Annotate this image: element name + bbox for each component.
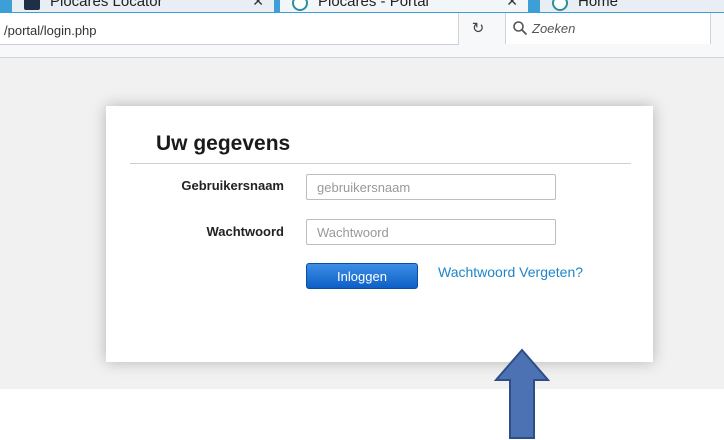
- username-input[interactable]: [306, 174, 556, 200]
- map-favicon-icon: [24, 0, 40, 10]
- tab-plocares-portal[interactable]: Plocares - Portal ✕: [280, 0, 528, 12]
- page-content: Uw gegevens Gebruikersnaam Wachtwoord In…: [0, 58, 724, 439]
- tab-label: Home: [578, 0, 619, 10]
- magnifier-icon: [513, 21, 528, 36]
- password-label: Wachtwoord: [206, 224, 284, 239]
- close-icon[interactable]: ✕: [252, 0, 264, 12]
- login-card: Uw gegevens Gebruikersnaam Wachtwoord In…: [106, 106, 653, 362]
- reload-icon: ↻: [471, 20, 485, 37]
- search-placeholder: Zoeken: [532, 21, 576, 36]
- tab-label: Plocares Locator: [50, 0, 163, 10]
- close-icon[interactable]: ✕: [506, 0, 518, 12]
- portal-favicon-icon: [292, 0, 308, 11]
- address-bar[interactable]: /portal/login.php: [0, 13, 459, 45]
- search-field[interactable]: Zoeken: [505, 13, 711, 44]
- tab-label: Plocares - Portal: [318, 0, 429, 10]
- tab-home[interactable]: Home: [540, 0, 724, 12]
- tab-bar: Plocares Locator ✕ Plocares - Portal ✕ H…: [0, 0, 724, 13]
- username-label: Gebruikersnaam: [181, 178, 284, 193]
- password-input[interactable]: [306, 219, 556, 245]
- navigation-bar: /portal/login.php ↻ Zoeken: [0, 13, 724, 58]
- reload-button[interactable]: ↻: [460, 19, 496, 39]
- url-text: /portal/login.php: [4, 23, 97, 38]
- up-arrow-icon: [494, 348, 550, 439]
- forgot-password-link[interactable]: Wachtwoord Vergeten?: [438, 264, 583, 280]
- login-button[interactable]: Inloggen: [306, 263, 418, 289]
- tab-plocares-locator[interactable]: Plocares Locator ✕: [12, 0, 274, 12]
- divider: [130, 163, 631, 164]
- home-favicon-icon: [552, 0, 568, 11]
- login-title: Uw gegevens: [156, 132, 291, 155]
